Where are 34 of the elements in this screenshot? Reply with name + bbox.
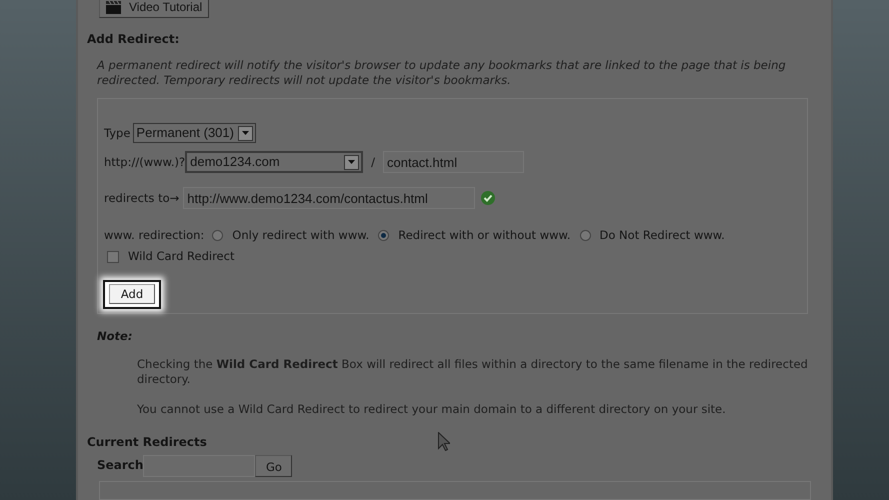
redirect-url-field[interactable]: http://www.demo1234.com/contactus.html [183, 187, 476, 210]
note-text: Checking the Wild Card Redirect Box will redirect all files within a directory to the same filename in the redirected directory. [137, 357, 809, 388]
type-label: Type [104, 124, 130, 142]
path-field[interactable]: contact.html [383, 151, 524, 174]
note-text: You cannot use a Wild Card Redirect to redirect your main domain to a different directory on your site. [137, 402, 727, 418]
domain-dropdown[interactable]: demo1234.com [185, 151, 364, 174]
clapperboard-icon [106, 0, 121, 14]
current-redirects-title: Current Redirects [87, 434, 207, 452]
note-title: Note: [97, 328, 134, 346]
dropdown-arrow-button[interactable] [238, 126, 253, 141]
checkbox[interactable] [107, 251, 119, 264]
search-field[interactable] [143, 455, 256, 478]
cursor-icon [438, 432, 450, 451]
add-button[interactable]: Add [103, 280, 161, 309]
domain-label: http://(www.)? [104, 154, 186, 171]
path-separator: / [371, 154, 375, 171]
www-redirection-label: www. redirection: [104, 227, 204, 244]
radio-label: Do Not Redirect www. [600, 227, 725, 244]
radio-button[interactable] [212, 230, 224, 242]
radio-label: Redirect with or without www. [398, 227, 571, 244]
search-label: Search [97, 457, 144, 474]
video-tutorial-button[interactable]: Video Tutorial [99, 0, 210, 18]
description-text: A permanent redirect will notify the visitor's browser to update any bookmarks that are linked to the page that is being redirected. Temporary redirects will not update the visitor's bookmarks. [97, 58, 787, 88]
go-button[interactable]: Go [255, 455, 292, 478]
radio-button[interactable] [378, 230, 390, 242]
redirects-to-label: redirects to→ [104, 190, 180, 207]
section-title: Add Redirect: [87, 31, 180, 48]
radio-label: Only redirect with www. [232, 227, 370, 244]
caret-icon [242, 131, 249, 136]
checkbox-label: Wild Card Redirect [128, 248, 234, 266]
caret-icon [348, 160, 356, 164]
radio-button[interactable] [580, 230, 591, 242]
type-dropdown[interactable]: Permanent (301) [133, 123, 256, 144]
dropdown-arrow-button[interactable] [344, 154, 360, 170]
